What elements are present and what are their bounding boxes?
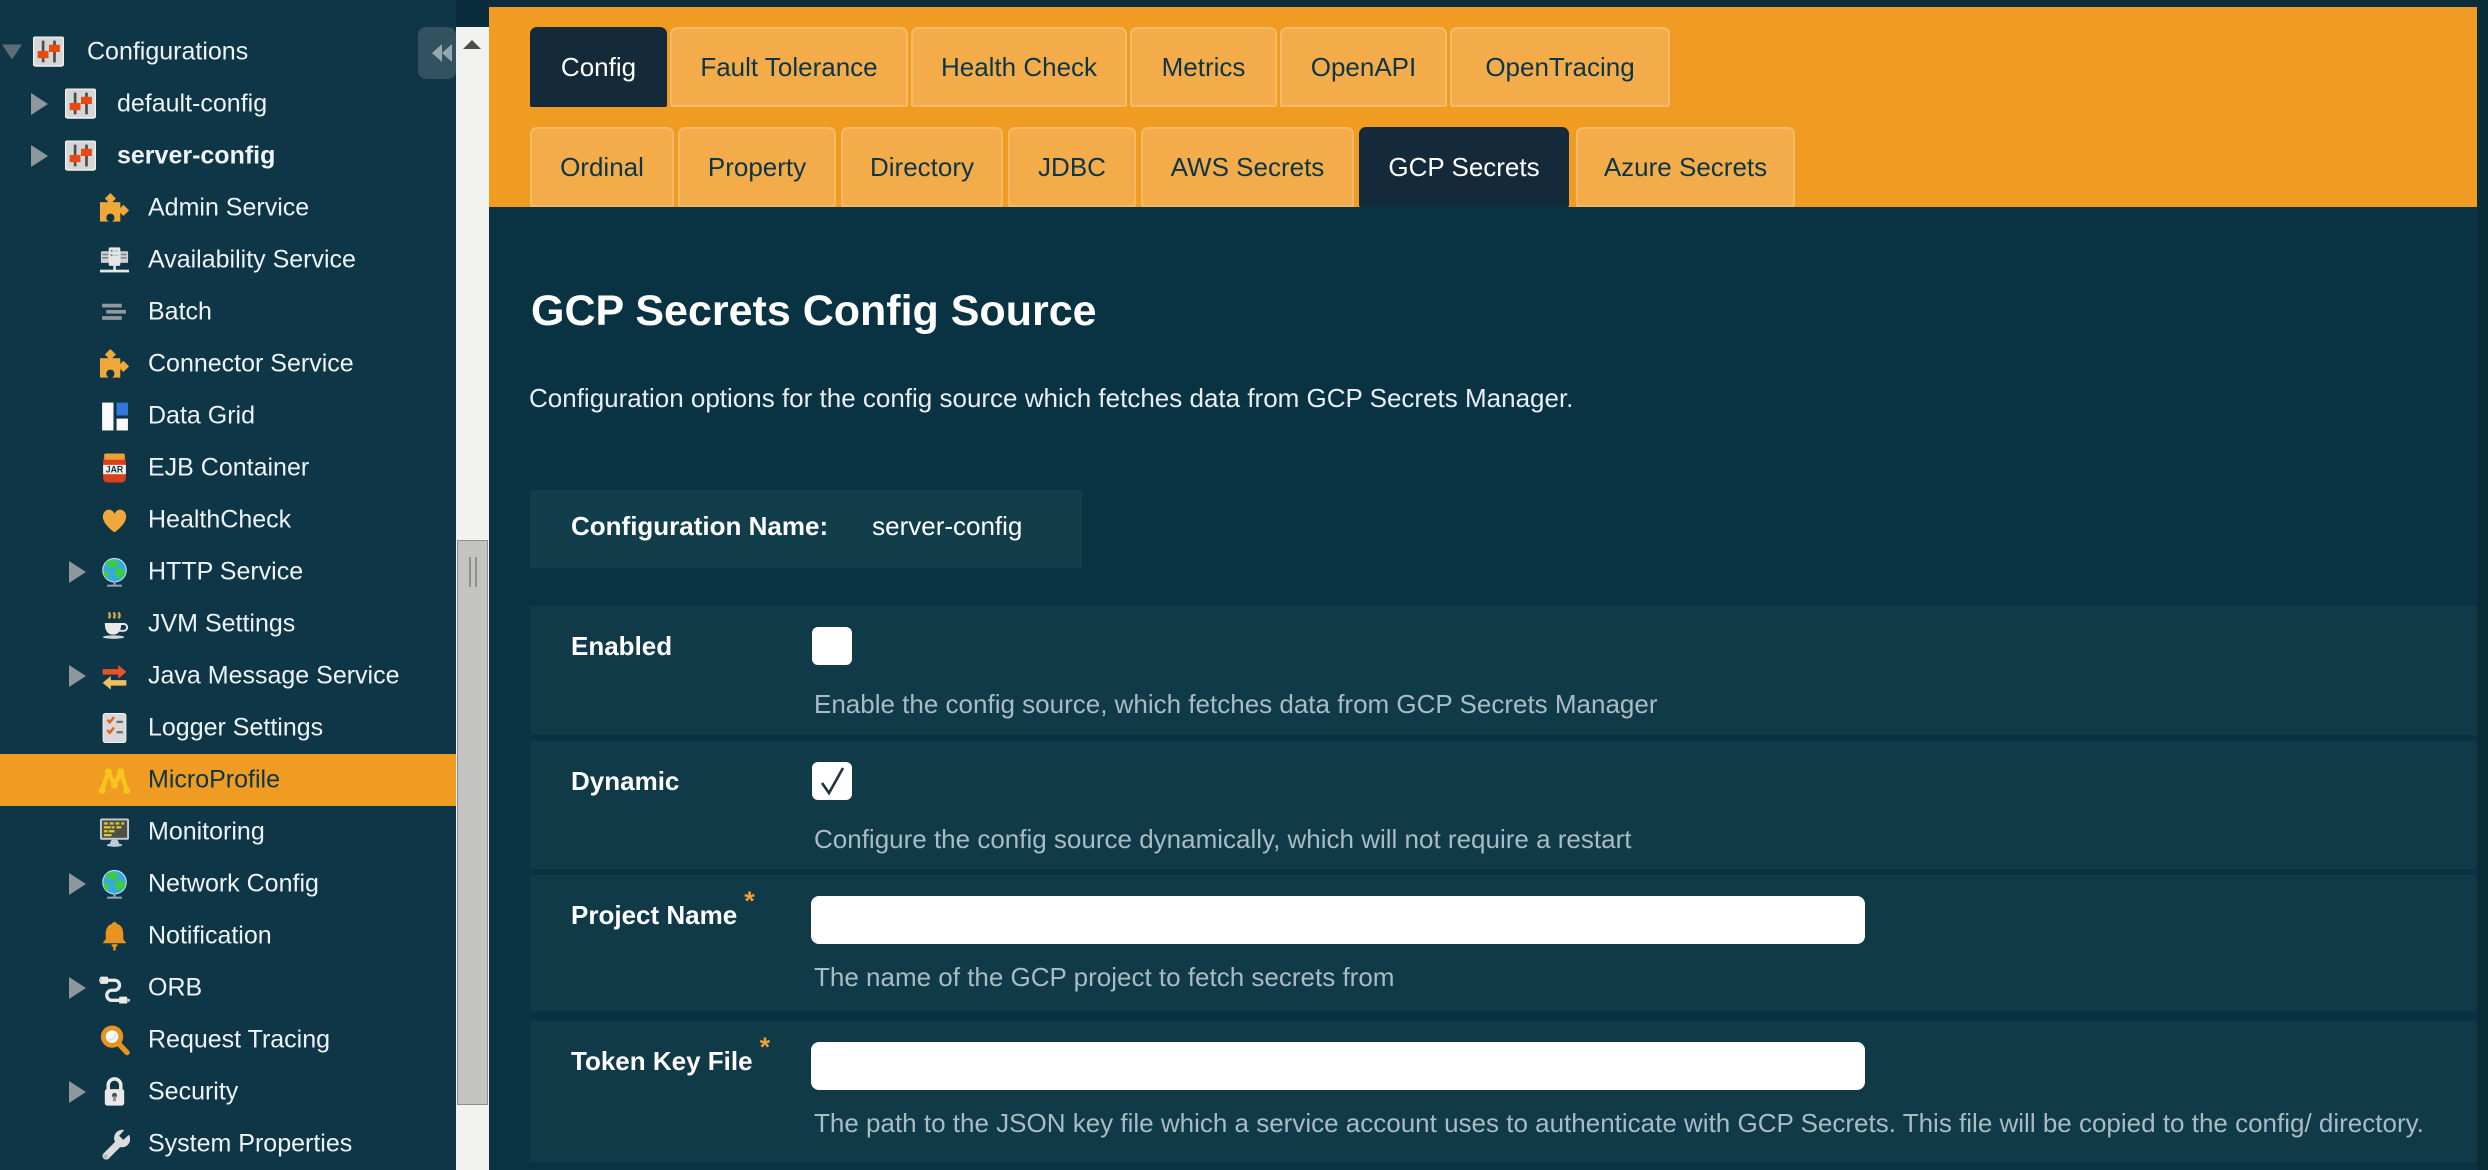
svg-text:JAR: JAR — [106, 465, 124, 475]
